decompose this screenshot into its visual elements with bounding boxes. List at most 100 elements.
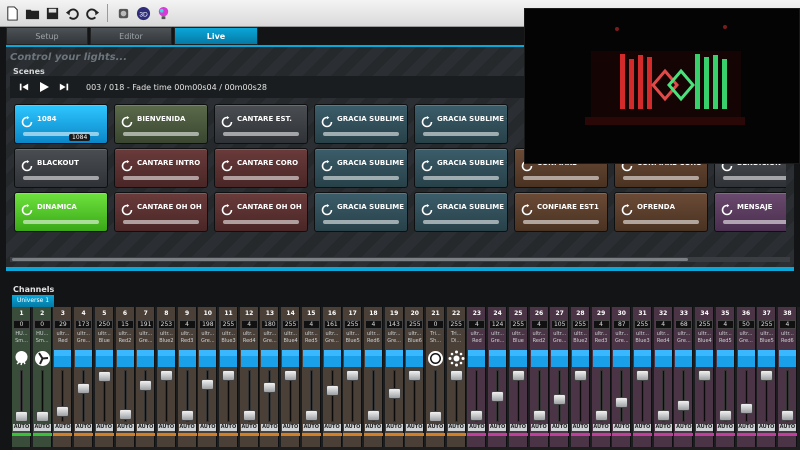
fader-knob[interactable] [242,410,256,422]
channel-value-field[interactable]: 68 [675,320,693,329]
auto-button[interactable]: AUTO [716,424,734,431]
scene-button[interactable]: DINAMICA [14,192,108,232]
auto-button[interactable]: AUTO [13,424,30,431]
auto-button[interactable]: AUTO [385,424,403,431]
auto-button[interactable]: AUTO [282,424,300,431]
fader-track[interactable] [682,370,686,422]
channel-value-field[interactable]: 191 [137,320,155,329]
auto-button[interactable]: AUTO [323,424,341,431]
fader-knob[interactable] [15,411,28,422]
scenes-scrollbar-thumb[interactable] [12,258,688,261]
auto-button[interactable]: AUTO [137,424,155,431]
fader-knob[interactable] [366,410,380,422]
channel-value-field[interactable]: 4 [302,320,320,329]
channel-value-field[interactable]: 255 [571,320,589,329]
fader-knob[interactable] [304,410,318,422]
auto-button[interactable]: AUTO [157,424,175,431]
open-folder-icon[interactable] [24,5,40,21]
auto-button[interactable]: AUTO [675,424,693,431]
channel-value-field[interactable]: 0 [427,320,444,329]
color-bulb-icon[interactable] [155,5,171,21]
fader-knob[interactable] [77,383,91,395]
channel-value-field[interactable]: 255 [344,320,362,329]
auto-button[interactable]: AUTO [116,424,134,431]
auto-button[interactable]: AUTO [509,424,527,431]
undo-icon[interactable] [64,5,80,21]
channel-value-field[interactable]: 198 [199,320,217,329]
fader-knob[interactable] [594,410,608,422]
fader-knob[interactable] [180,410,194,422]
fader-knob[interactable] [325,385,339,397]
fader-knob[interactable] [56,406,70,418]
channel-value-field[interactable]: 255 [509,320,527,329]
scene-button[interactable]: GRACIA SUBLIME P... [314,192,408,232]
auto-button[interactable]: AUTO [33,424,51,431]
channel-value-field[interactable]: 255 [634,320,651,329]
channel-value-field[interactable]: 4 [530,320,548,329]
auto-button[interactable]: AUTO [220,424,237,431]
fader-knob[interactable] [118,408,132,420]
channel-value-field[interactable]: 4 [364,320,382,329]
auto-button[interactable]: AUTO [240,424,258,431]
channel-value-field[interactable]: 4 [592,320,610,329]
channel-value-field[interactable]: 255 [696,320,714,329]
fader-knob[interactable] [573,370,587,381]
fader-knob[interactable] [718,410,732,422]
fader-knob[interactable] [470,410,484,422]
fader-knob[interactable] [553,394,567,406]
auto-button[interactable]: AUTO [199,424,217,431]
scene-button[interactable]: OFRENDA [614,192,708,232]
fader-knob[interactable] [656,410,670,422]
channel-value-field[interactable]: 180 [261,320,279,329]
fader-knob[interactable] [780,410,794,422]
scene-button[interactable]: BLACKOUT [14,148,108,188]
fader-knob[interactable] [346,370,360,381]
scene-button[interactable]: CONFIARE EST1 [514,192,608,232]
auto-button[interactable]: AUTO [778,424,796,431]
tab-editor[interactable]: Editor [90,27,172,45]
fader-knob[interactable] [532,410,546,422]
channel-value-field[interactable]: 4 [178,320,196,329]
fader-knob[interactable] [222,370,235,381]
channel-value-field[interactable]: 0 [33,320,51,329]
fader-knob[interactable] [387,388,401,400]
auto-button[interactable]: AUTO [178,424,196,431]
channel-value-field[interactable]: 29 [54,320,72,329]
auto-button[interactable]: AUTO [634,424,651,431]
auto-button[interactable]: AUTO [95,424,113,431]
fader-knob[interactable] [615,397,629,409]
fader-knob[interactable] [491,390,505,402]
channel-value-field[interactable]: 143 [385,320,403,329]
auto-button[interactable]: AUTO [406,424,424,431]
fader-knob[interactable] [511,370,525,381]
scene-button[interactable]: CANTARE CORO [214,148,308,188]
view-3d-icon[interactable]: 3D [135,5,151,21]
fader-track[interactable] [206,370,210,422]
fader-knob[interactable] [739,402,753,414]
scene-button[interactable]: GRACIA SUBLIME E... [314,148,408,188]
redo-icon[interactable] [84,5,100,21]
channel-value-field[interactable]: 124 [489,320,507,329]
channel-value-field[interactable]: 173 [75,320,93,329]
auto-button[interactable]: AUTO [530,424,548,431]
fader-knob[interactable] [636,370,649,381]
channel-value-field[interactable]: 87 [613,320,631,329]
fader-knob[interactable] [97,370,111,382]
auto-button[interactable]: AUTO [489,424,507,431]
fader-knob[interactable] [408,370,422,381]
scene-button[interactable]: CANTARE OH OH [114,192,208,232]
scene-button[interactable]: GRACIA SUBLIME C... [414,104,508,144]
auto-button[interactable]: AUTO [364,424,382,431]
channel-value-field[interactable]: 4 [716,320,734,329]
save-icon[interactable] [44,5,60,21]
channel-value-field[interactable]: 4 [240,320,258,329]
channel-value-field[interactable]: 4 [778,320,796,329]
scene-button[interactable]: GRACIA SUBLIME O... [414,148,508,188]
channel-value-field[interactable]: 255 [447,320,465,329]
fader-track[interactable] [620,370,624,422]
fader-knob[interactable] [35,411,49,422]
auto-button[interactable]: AUTO [654,424,672,431]
new-file-icon[interactable] [4,5,20,21]
fixture-icon[interactable] [115,5,131,21]
channel-value-field[interactable]: 4 [468,320,486,329]
